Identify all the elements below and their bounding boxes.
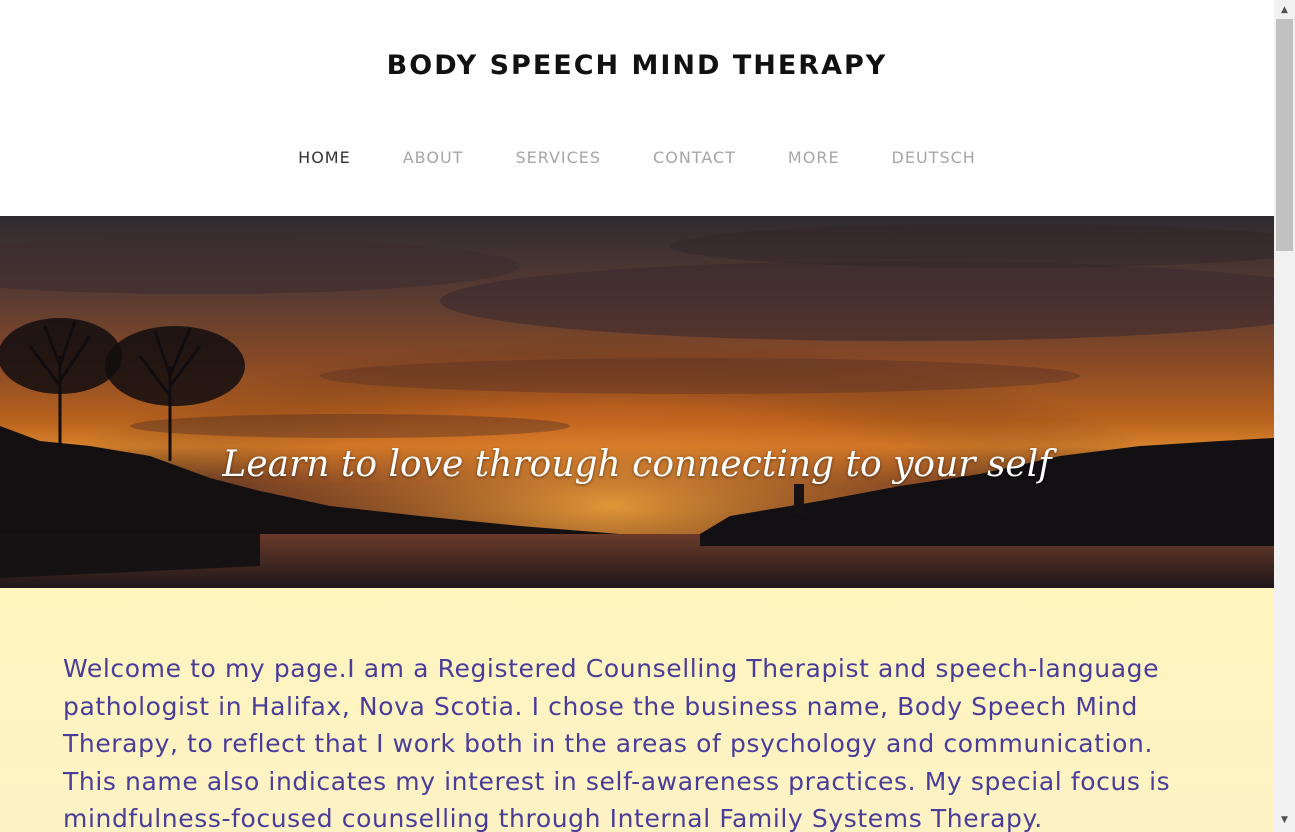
site-title[interactable]: BODY SPEECH MIND THERAPY (0, 50, 1274, 81)
scrollbar-thumb[interactable] (1276, 19, 1293, 251)
triangle-up-icon[interactable]: ▲ (1274, 2, 1295, 19)
triangle-down-icon[interactable]: ▼ (1274, 812, 1295, 829)
page: BODY SPEECH MIND THERAPY HOME ABOUT SERV… (0, 0, 1274, 832)
hero-tagline: Learn to love through connecting to your… (222, 444, 1052, 485)
nav-item-more[interactable]: MORE (788, 148, 840, 167)
nav-item-deutsch[interactable]: DEUTSCH (892, 148, 976, 167)
sunset-harbour-image (0, 216, 1274, 588)
site-header: BODY SPEECH MIND THERAPY HOME ABOUT SERV… (0, 0, 1274, 216)
hero-banner: Learn to love through connecting to your… (0, 216, 1274, 588)
nav-item-home[interactable]: HOME (298, 148, 351, 167)
nav-item-contact[interactable]: CONTACT (653, 148, 736, 167)
main-nav: HOME ABOUT SERVICES CONTACT MORE DEUTSCH (0, 148, 1274, 167)
intro-section: Welcome to my page.I am a Registered Cou… (0, 588, 1274, 832)
nav-item-services[interactable]: SERVICES (515, 148, 601, 167)
intro-text: Welcome to my page.I am a Registered Cou… (63, 654, 1171, 832)
vertical-scrollbar[interactable]: ▲ ▼ (1274, 0, 1295, 832)
nav-item-about[interactable]: ABOUT (403, 148, 464, 167)
